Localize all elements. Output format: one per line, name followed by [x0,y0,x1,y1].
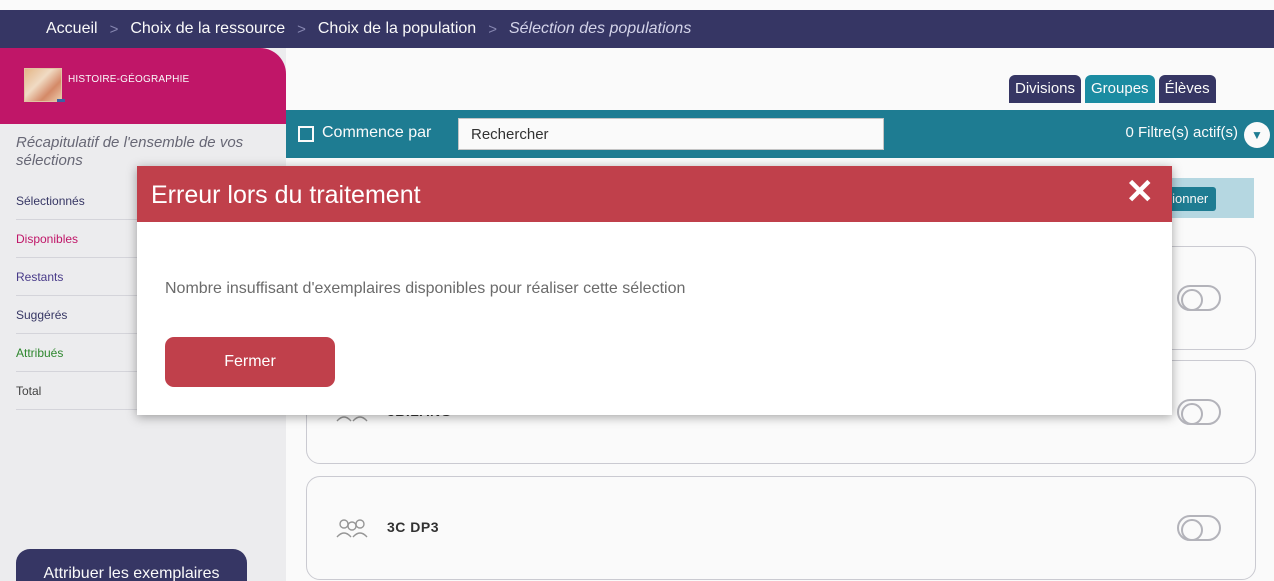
modal-title: Erreur lors du traitement [151,181,421,209]
close-button[interactable]: Fermer [165,337,335,387]
error-modal: Erreur lors du traitement ✕ Nombre insuf… [137,166,1172,415]
close-icon[interactable]: ✕ [1126,174,1155,210]
modal-header: Erreur lors du traitement ✕ [137,166,1172,222]
page: Accueil > Choix de la ressource > Choix … [0,0,1274,581]
error-message: Nombre insuffisant d'exemplaires disponi… [165,280,686,297]
